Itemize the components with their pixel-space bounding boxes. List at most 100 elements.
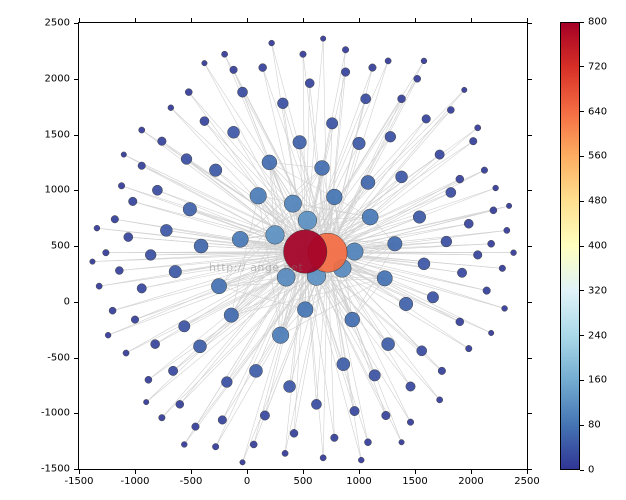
node: [385, 131, 396, 142]
x-tick-label: -1000: [120, 476, 149, 487]
node: [353, 137, 366, 150]
node: [506, 203, 511, 208]
node: [346, 243, 363, 260]
node: [331, 434, 339, 442]
node: [181, 154, 192, 165]
node: [228, 126, 240, 138]
x-tick-label: -1500: [64, 476, 93, 487]
node: [320, 455, 326, 461]
colorbar-tick-label: 240: [588, 330, 607, 341]
node: [504, 227, 510, 233]
y-tick-label: 2000: [38, 73, 70, 84]
node: [139, 127, 145, 133]
node: [457, 268, 466, 277]
node: [202, 60, 207, 65]
node: [284, 380, 296, 392]
x-tick-label: 1500: [402, 476, 427, 487]
colorbar-gradient: [560, 22, 580, 470]
x-tick-label: 1000: [346, 476, 371, 487]
node: [237, 87, 247, 97]
node: [437, 397, 443, 403]
colorbar-tick-mark: [580, 335, 584, 336]
node: [277, 268, 295, 286]
x-tick-mark: [247, 470, 248, 474]
node: [462, 87, 467, 92]
node: [224, 308, 239, 323]
node: [456, 318, 464, 326]
y-tick-label: 1500: [38, 129, 70, 140]
node: [115, 267, 123, 275]
node: [282, 450, 288, 456]
node: [399, 440, 404, 445]
y-tick-mark: [74, 246, 78, 247]
node: [111, 215, 119, 223]
y-tick-label: -1500: [38, 464, 70, 475]
x-tick-mark: [415, 470, 416, 474]
node: [399, 297, 413, 311]
node: [364, 439, 371, 446]
node: [493, 185, 499, 191]
node: [350, 406, 359, 415]
y-tick-mark: [74, 190, 78, 191]
x-tick-mark: [415, 18, 416, 22]
x-tick-mark: [471, 470, 472, 474]
y-tick-mark: [528, 135, 532, 136]
y-tick-label: 1000: [38, 185, 70, 196]
x-tick-mark: [79, 470, 80, 474]
node: [259, 64, 267, 72]
node: [193, 340, 206, 353]
node: [305, 79, 314, 88]
y-tick-mark: [528, 302, 532, 303]
node: [158, 137, 167, 146]
x-tick-mark: [527, 18, 528, 22]
colorbar-tick-mark: [580, 425, 584, 426]
node: [90, 259, 95, 264]
edge: [328, 119, 427, 253]
node: [272, 327, 289, 344]
node: [230, 66, 238, 74]
node: [326, 189, 342, 205]
node: [298, 211, 317, 230]
node: [138, 162, 146, 170]
node: [511, 250, 517, 256]
x-tick-mark: [471, 18, 472, 22]
node: [407, 419, 413, 425]
node: [488, 240, 495, 247]
colorbar-tick-mark: [580, 111, 584, 112]
x-tick-mark: [135, 18, 136, 22]
colorbar-tick-label: 80: [588, 420, 601, 431]
node: [183, 202, 197, 216]
node: [413, 211, 426, 224]
node: [435, 150, 444, 159]
colorbar-tick-mark: [580, 380, 584, 381]
colorbar-tick-label: 560: [588, 151, 607, 162]
node: [422, 115, 431, 124]
edge: [269, 162, 322, 168]
x-tick-mark: [191, 18, 192, 22]
node: [311, 399, 321, 409]
node: [320, 36, 325, 41]
x-tick-mark: [247, 18, 248, 22]
x-tick-mark: [135, 470, 136, 474]
node: [109, 307, 116, 314]
colorbar-tick-mark: [580, 156, 584, 157]
figure: http:// ange.net -1500-1000-500050010001…: [0, 0, 626, 500]
node: [96, 283, 102, 289]
colorbar-tick-mark: [580, 246, 584, 247]
node: [250, 188, 267, 205]
node: [326, 118, 337, 129]
node: [446, 187, 456, 197]
node: [179, 321, 190, 332]
node: [218, 416, 227, 425]
y-tick-mark: [74, 413, 78, 414]
colorbar-tick-label: 0: [588, 465, 594, 476]
edge: [328, 90, 465, 253]
colorbar-tick-label: 400: [588, 241, 607, 252]
node: [290, 429, 298, 437]
node: [137, 284, 146, 293]
colorbar-tick-mark: [580, 470, 584, 471]
y-tick-mark: [74, 135, 78, 136]
node: [406, 382, 415, 391]
colorbar: 080160240320400480560640720800: [560, 22, 612, 470]
y-tick-mark: [528, 79, 532, 80]
